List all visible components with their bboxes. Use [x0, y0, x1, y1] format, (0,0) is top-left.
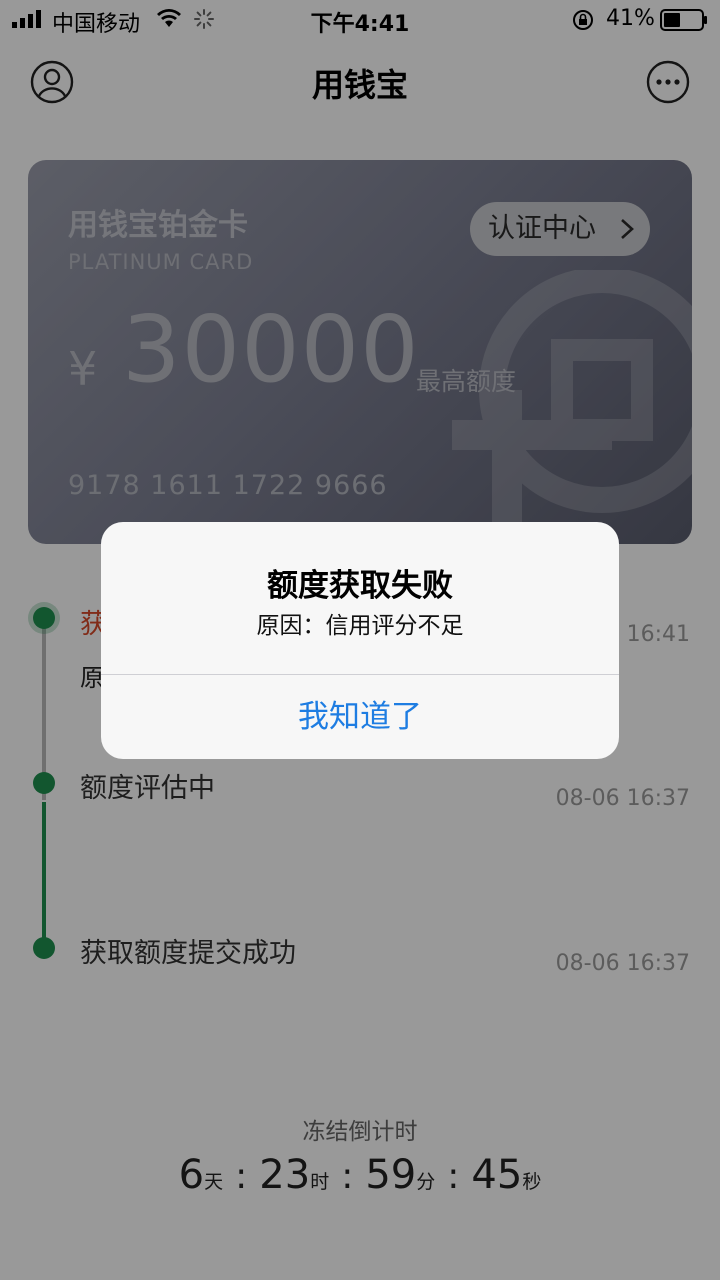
dialog-message: 原因：信用评分不足 — [256, 613, 464, 639]
dialog-confirm-button[interactable]: 我知道了 — [101, 675, 619, 759]
dialog-title: 额度获取失败 — [267, 568, 453, 604]
alert-dialog: 额度获取失败 原因：信用评分不足 我知道了 — [101, 522, 619, 759]
